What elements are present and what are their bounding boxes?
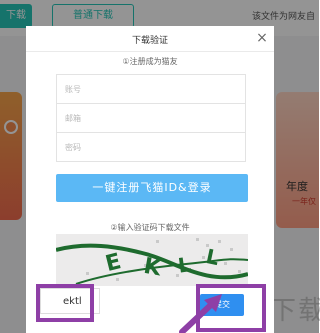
- pointer-arrow-icon: [179, 294, 222, 333]
